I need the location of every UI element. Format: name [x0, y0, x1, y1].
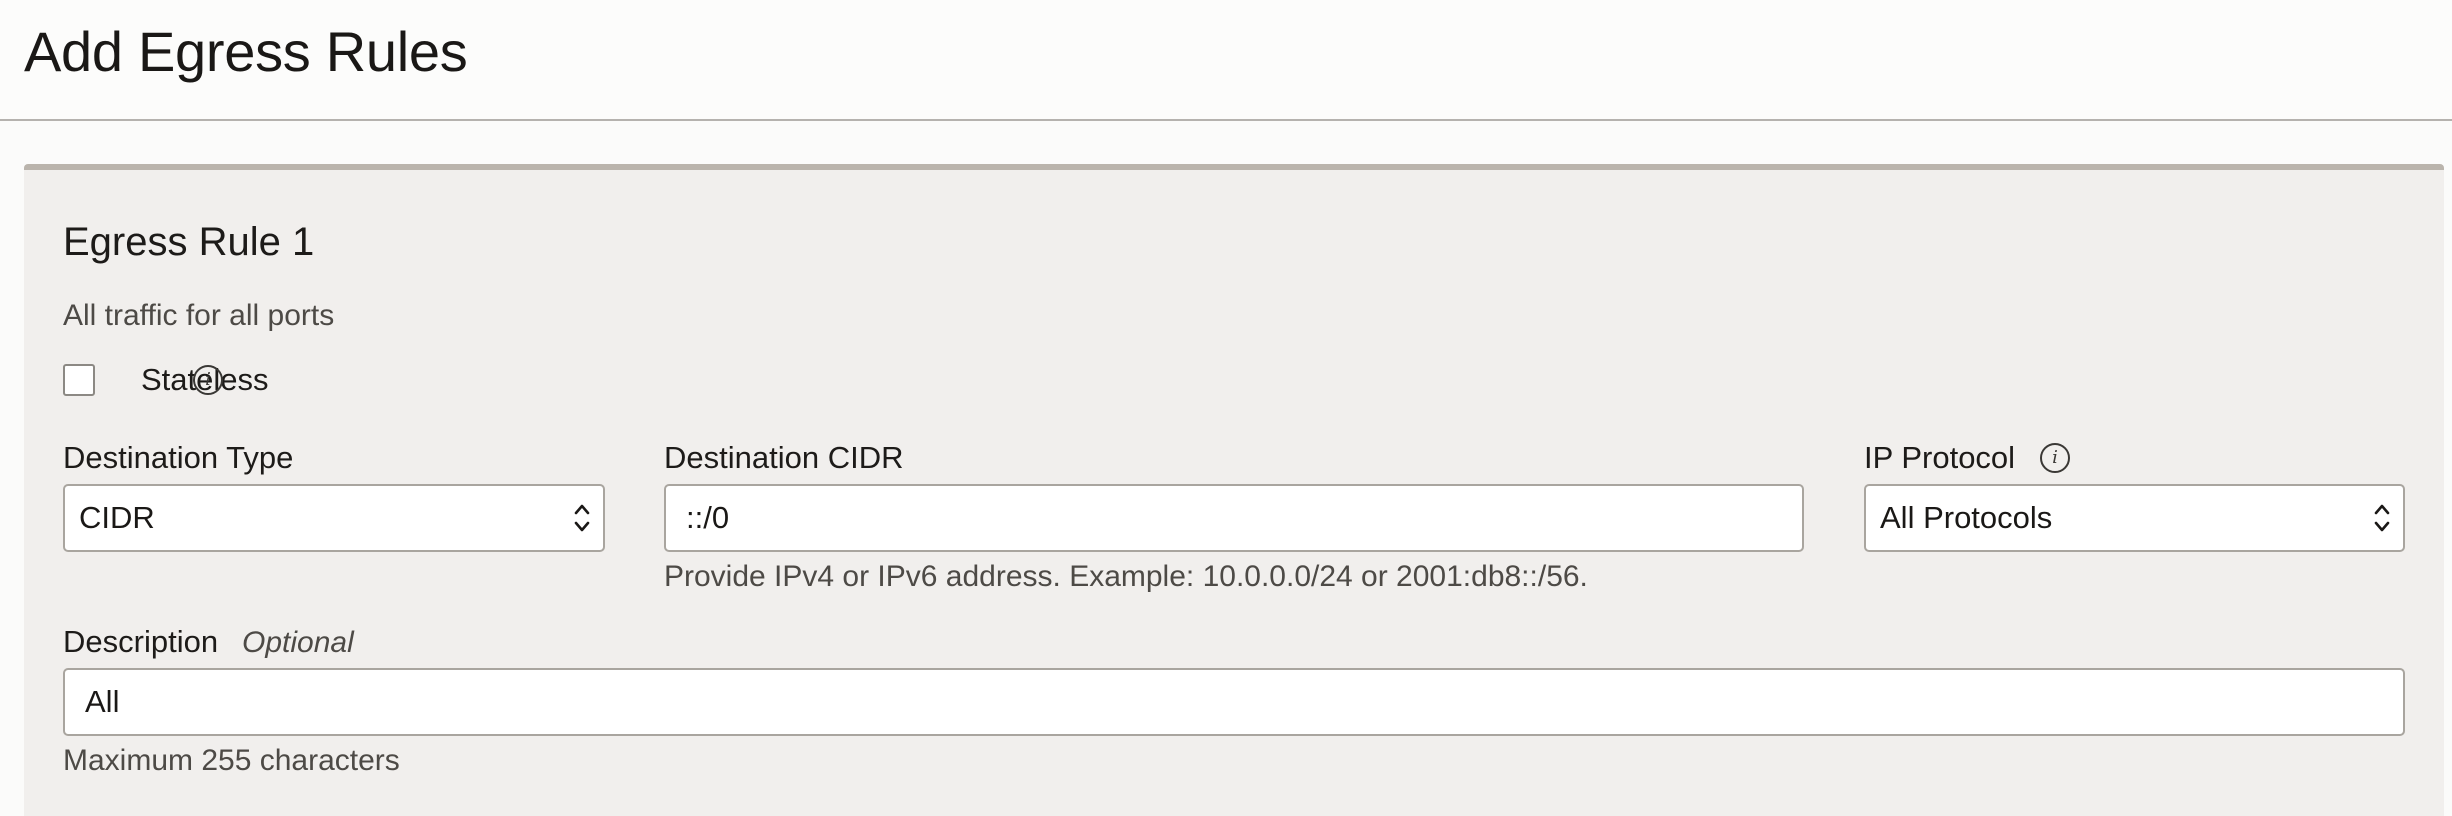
description-input[interactable]: All — [63, 668, 2405, 736]
description-value: All — [85, 684, 120, 719]
destination-type-value: CIDR — [79, 500, 155, 535]
ip-protocol-select[interactable]: All Protocols — [1864, 484, 2405, 552]
destination-type-label: Destination Type — [63, 440, 294, 475]
destination-cidr-value: ::/0 — [686, 500, 730, 535]
destination-cidr-label: Destination CIDR — [664, 440, 904, 475]
destination-cidr-input[interactable]: ::/0 — [664, 484, 1804, 552]
description-optional-label: Optional — [242, 626, 354, 659]
ip-protocol-value: All Protocols — [1880, 500, 2053, 535]
destination-type-select[interactable]: CIDR — [63, 484, 605, 552]
info-icon[interactable]: i — [2040, 443, 2070, 473]
chevron-up-down-icon — [2374, 504, 2390, 532]
page-title: Add Egress Rules — [24, 20, 468, 83]
destination-cidr-helper: Provide IPv4 or IPv6 address. Example: 1… — [664, 560, 1588, 593]
rule-title: Egress Rule 1 — [63, 220, 315, 264]
rule-subtitle: All traffic for all ports — [63, 299, 335, 332]
description-helper: Maximum 255 characters — [63, 744, 400, 777]
info-icon[interactable]: i — [193, 365, 223, 395]
description-label: Description — [63, 624, 219, 659]
stateless-checkbox[interactable] — [63, 364, 95, 396]
egress-rules-page: Add Egress Rules Egress Rule 1 All traff… — [0, 0, 2452, 816]
ip-protocol-label: IP Protocol — [1864, 440, 2016, 475]
egress-rule-panel: Egress Rule 1 All traffic for all ports … — [24, 164, 2444, 816]
page-header: Add Egress Rules — [0, 0, 2452, 121]
chevron-up-down-icon — [574, 504, 590, 532]
